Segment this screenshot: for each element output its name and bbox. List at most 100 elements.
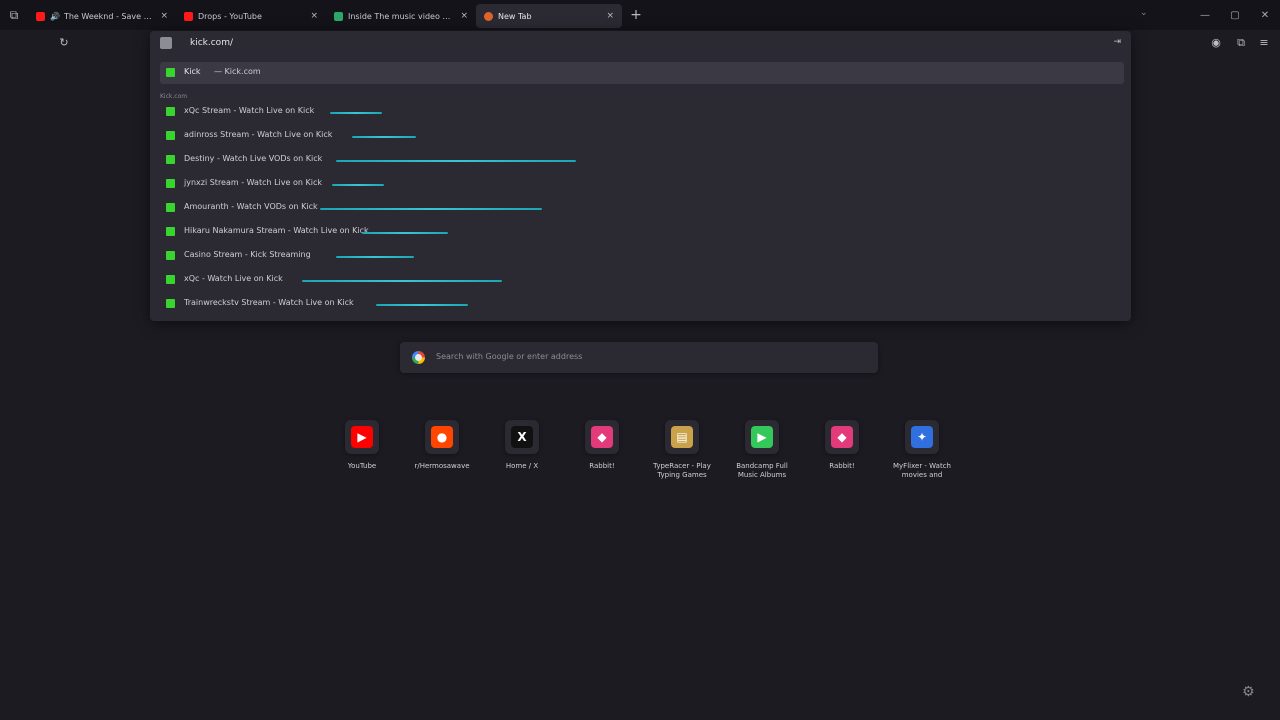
kick-favicon-icon [166,275,175,284]
close-window-button[interactable]: ✕ [1250,10,1280,21]
top-site-tile[interactable]: ◆ Rabbit! [810,420,874,471]
bookmark-star-icon[interactable]: ⇥ [1113,37,1121,47]
youtube-favicon-icon [36,11,45,21]
url-result-row[interactable]: xQc Stream - Watch Live on Kick [160,101,1124,123]
top-site-icon-frame: ◆ [585,420,619,454]
heuristic-result[interactable]: Kick — Kick.com [160,62,1124,84]
top-site-tile[interactable]: ✦ MyFlixer - Watch movies and [890,420,954,480]
speaker-icon[interactable]: 🔊 [50,12,60,21]
top-site-label: Rabbit! [589,462,615,470]
top-site-tile[interactable]: ◆ Rabbit! [570,420,634,471]
result-url-line [352,136,416,138]
tab-strip: ⧉ 🔊 The Weeknd - Save Your Tears × Drops… [0,0,1280,30]
result-url-line [362,232,448,234]
top-site-icon-frame: ▶ [745,420,779,454]
tab-title: The Weeknd - Save Your Tears [63,11,154,21]
kick-favicon-icon [166,107,175,116]
site-logo-icon: ▶ [351,426,373,448]
tab-new-tab[interactable]: New Tab × [476,4,622,28]
result-url-line [336,160,576,162]
top-sites: ▶ YouTube ● r/Hermosawave X Home / X ◆ Rabbit! ▤… [330,420,951,500]
chevron-down-icon[interactable]: ⌄ [1140,8,1148,18]
minimize-button[interactable]: — [1190,10,1220,21]
url-result-row[interactable]: Trainwreckstv Stream - Watch Live on Kic… [160,293,1124,315]
youtube-favicon-icon [184,11,193,21]
top-site-icon-frame: ✦ [905,420,939,454]
top-site-icon-frame: X [505,420,539,454]
url-result-row[interactable]: Amouranth - Watch VODs on Kick [160,197,1124,219]
result-title: Hikaru Nakamura Stream - Watch Live on K… [184,226,369,235]
site-logo-icon: X [511,426,533,448]
top-site-label: Home / X [505,462,539,470]
top-site-label: Rabbit! [829,462,855,470]
result-url-line [302,280,502,282]
top-site-label: YouTube [347,462,377,470]
result-url-line [330,112,382,114]
page-favicon-icon [334,11,343,21]
search-placeholder: Search with Google or enter address [436,352,583,361]
new-tab-button[interactable]: + [622,3,650,27]
top-site-label: Bandcamp Full Music Albums [736,462,788,479]
result-url-line [336,256,414,258]
extensions-icon[interactable]: ⧉ [1234,36,1248,50]
tab-close-icon[interactable]: × [606,11,614,21]
top-site-label: TypeRacer - Play Typing Games [653,462,711,479]
url-result-row[interactable]: Hikaru Nakamura Stream - Watch Live on K… [160,221,1124,243]
result-url-line [376,304,468,306]
urlbar-popup: kick.com/ ⇥ Kick — Kick.com Kick.com xQc… [150,31,1131,321]
site-logo-icon: ▶ [751,426,773,448]
top-site-tile[interactable]: X Home / X [490,420,554,471]
tab-inside-music-video[interactable]: Inside The music video shoot × [326,4,476,28]
gear-icon[interactable]: ⚙ [1242,684,1255,700]
site-logo-icon: ✦ [911,426,933,448]
kick-favicon-icon [166,179,175,188]
result-title: adinross Stream - Watch Live on Kick [184,130,333,139]
result-title: Casino Stream - Kick Streaming [184,250,311,259]
kick-favicon-icon [166,68,175,77]
top-site-label: MyFlixer - Watch movies and [893,462,951,479]
top-site-tile[interactable]: ● r/Hermosawave [410,420,474,471]
url-result-row[interactable]: Destiny - Watch Live VODs on Kick [160,149,1124,171]
account-icon[interactable]: ◉ [1209,36,1223,50]
maximize-button[interactable]: ▢ [1220,10,1250,21]
tab-close-icon[interactable]: × [160,11,168,21]
page-identity-icon [160,37,172,49]
url-result-row[interactable]: jynxzi Stream - Watch Live on Kick [160,173,1124,195]
url-input[interactable]: kick.com/ ⇥ [150,31,1131,57]
window-controls: — ▢ ✕ [1190,0,1280,30]
kick-favicon-icon [166,251,175,260]
top-site-tile[interactable]: ▶ YouTube [330,420,394,471]
typed-url[interactable]: kick.com/ [190,38,233,48]
tab-title: New Tab [498,11,532,21]
site-logo-icon: ▤ [671,426,693,448]
result-title: xQc - Watch Live on Kick [184,274,283,283]
list-all-tabs-button[interactable]: ⧉ [0,0,28,30]
tab-drops[interactable]: Drops - YouTube × [176,4,326,28]
url-result-row[interactable]: adinross Stream - Watch Live on Kick [160,125,1124,147]
top-site-icon-frame: ▤ [665,420,699,454]
google-icon [412,351,425,364]
site-logo-icon: ◆ [831,426,853,448]
kick-favicon-icon [166,131,175,140]
result-url-line [320,208,542,210]
search-field[interactable]: Search with Google or enter address [400,342,878,373]
tab-close-icon[interactable]: × [460,11,468,21]
tab-weeknd[interactable]: 🔊 The Weeknd - Save Your Tears × [28,4,176,28]
result-title: Destiny - Watch Live VODs on Kick [184,154,323,163]
url-result-row[interactable]: Casino Stream - Kick Streaming [160,245,1124,267]
top-site-icon-frame: ● [425,420,459,454]
tab-close-icon[interactable]: × [310,11,318,21]
tab-title: Drops - YouTube [198,11,262,21]
top-site-tile[interactable]: ▤ TypeRacer - Play Typing Games [650,420,714,480]
top-site-tile[interactable]: ▶ Bandcamp Full Music Albums [730,420,794,480]
url-result-row[interactable]: xQc - Watch Live on Kick [160,269,1124,291]
result-url-line [332,184,384,186]
result-title: jynxzi Stream - Watch Live on Kick [184,178,322,187]
heuristic-subtitle: — Kick.com [214,67,261,76]
menu-icon[interactable]: ≡ [1257,36,1271,50]
top-site-icon-frame: ◆ [825,420,859,454]
site-logo-icon: ◆ [591,426,613,448]
reload-icon[interactable]: ↻ [57,36,71,50]
result-title: Amouranth - Watch VODs on Kick [184,202,318,211]
kick-favicon-icon [166,155,175,164]
